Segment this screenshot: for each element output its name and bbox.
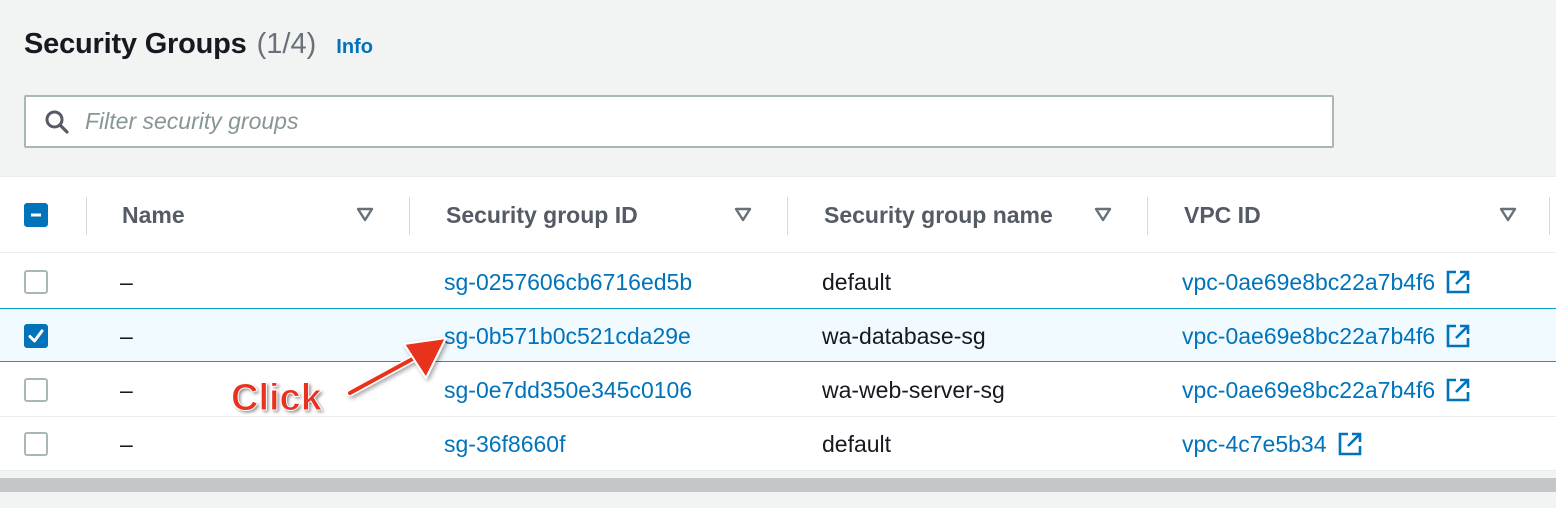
security-group-name-cell: wa-web-server-sg: [822, 376, 1005, 403]
row-checkbox-checked[interactable]: [24, 324, 48, 348]
horizontal-scrollbar-thumb[interactable]: [0, 478, 1556, 492]
row-checkbox[interactable]: [24, 270, 48, 294]
column-divider[interactable]: [787, 197, 788, 235]
minus-icon: [31, 213, 41, 217]
row-select-cell: [24, 255, 48, 309]
column-header-security-group-id[interactable]: Security group ID: [446, 177, 638, 253]
name-cell: –: [120, 376, 133, 403]
row-select-cell: [24, 417, 48, 471]
security-group-name-cell: default: [822, 430, 892, 457]
table-row[interactable]: – sg-0257606cb6716ed5b default vpc-0ae69…: [0, 255, 1556, 309]
selection-count: (1/4): [256, 28, 317, 60]
security-group-id-link[interactable]: sg-0b571b0c521cda29e: [444, 309, 691, 363]
search-icon: [43, 108, 71, 136]
column-divider[interactable]: [86, 197, 87, 235]
checkmark-icon: [28, 329, 44, 343]
name-cell: –: [120, 268, 133, 295]
name-cell: –: [120, 322, 133, 349]
info-link[interactable]: Info: [336, 36, 373, 59]
column-header-security-group-name[interactable]: Security group name: [824, 177, 1053, 253]
table-header: Name Security group ID Security group na…: [0, 177, 1556, 253]
page-title: Security Groups: [24, 28, 247, 60]
search-box[interactable]: [24, 95, 1334, 148]
security-groups-table: Name Security group ID Security group na…: [0, 176, 1556, 471]
vpc-id-link[interactable]: vpc-0ae69e8bc22a7b4f6: [1182, 377, 1435, 404]
vpc-id-cell: vpc-0ae69e8bc22a7b4f6: [1182, 363, 1471, 417]
external-link-icon[interactable]: [1445, 323, 1471, 349]
sort-icon[interactable]: [734, 207, 752, 223]
page-header: Security Groups (1/4) Info: [0, 0, 1556, 176]
vpc-id-cell: vpc-0ae69e8bc22a7b4f6: [1182, 255, 1471, 309]
security-group-name-cell: wa-database-sg: [822, 322, 986, 349]
vpc-id-cell: vpc-4c7e5b34: [1182, 417, 1363, 471]
row-select-cell: [24, 363, 48, 417]
column-header-name[interactable]: Name: [122, 177, 185, 253]
security-group-id-link[interactable]: sg-0257606cb6716ed5b: [444, 255, 692, 309]
vpc-id-link[interactable]: vpc-0ae69e8bc22a7b4f6: [1182, 323, 1435, 350]
click-annotation-label: Click: [231, 377, 323, 420]
title-row: Security Groups (1/4) Info: [24, 28, 373, 61]
row-checkbox[interactable]: [24, 432, 48, 456]
external-link-icon[interactable]: [1445, 377, 1471, 403]
search-input[interactable]: [85, 108, 1285, 135]
table-row-selected[interactable]: – sg-0b571b0c521cda29e wa-database-sg vp…: [0, 308, 1556, 362]
column-divider[interactable]: [1147, 197, 1148, 235]
column-header-vpc-id[interactable]: VPC ID: [1184, 177, 1261, 253]
vpc-id-link[interactable]: vpc-4c7e5b34: [1182, 431, 1327, 458]
external-link-icon[interactable]: [1337, 431, 1363, 457]
sort-icon[interactable]: [1094, 207, 1112, 223]
vpc-id-link[interactable]: vpc-0ae69e8bc22a7b4f6: [1182, 269, 1435, 296]
name-cell: –: [120, 430, 133, 457]
external-link-icon[interactable]: [1445, 269, 1471, 295]
row-select-cell: [24, 309, 48, 363]
sort-icon[interactable]: [356, 207, 374, 223]
column-divider[interactable]: [1549, 197, 1550, 235]
select-all-checkbox[interactable]: [24, 203, 48, 227]
vpc-id-cell: vpc-0ae69e8bc22a7b4f6: [1182, 309, 1471, 363]
select-all-cell: [24, 177, 48, 253]
security-group-id-link[interactable]: sg-0e7dd350e345c0106: [444, 363, 692, 417]
sort-icon[interactable]: [1499, 207, 1517, 223]
security-group-name-cell: default: [822, 268, 892, 295]
column-divider[interactable]: [409, 197, 410, 235]
table-row[interactable]: – sg-36f8660f default vpc-4c7e5b34: [0, 417, 1556, 471]
row-checkbox[interactable]: [24, 378, 48, 402]
security-group-id-link[interactable]: sg-36f8660f: [444, 417, 565, 471]
